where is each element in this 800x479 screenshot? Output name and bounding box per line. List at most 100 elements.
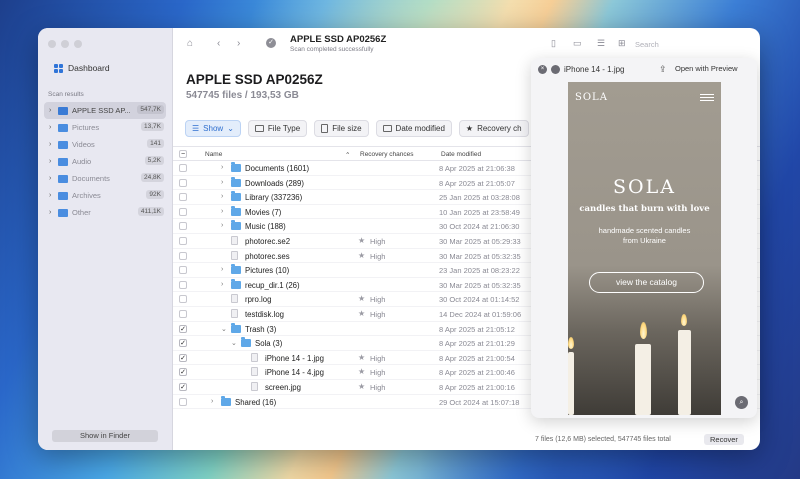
date-modified: 30 Oct 2024 at 21:06:30 <box>439 222 519 231</box>
chevron-right-icon[interactable]: › <box>49 124 55 131</box>
row-checkbox[interactable] <box>179 398 187 406</box>
sidebar-item-videos[interactable]: ›Videos141 <box>44 136 166 153</box>
document-icon[interactable]: ▯ <box>551 38 556 49</box>
recover-button[interactable]: Recover <box>704 434 744 445</box>
file-type-label: File Type <box>268 124 300 133</box>
folder-view-icon[interactable]: ▭ <box>573 38 582 49</box>
star-icon: ★ <box>358 294 365 303</box>
chevron-right-icon[interactable]: › <box>221 193 223 200</box>
chevron-right-icon[interactable]: › <box>49 175 55 182</box>
quick-look-preview: × iPhone 14 - 1.jpg ⇪ Open with Preview … <box>531 58 757 418</box>
toolbar: ⌂ ‹ › ✓ APPLE SSD AP0256Z Scan completed… <box>173 28 760 60</box>
row-checkbox[interactable] <box>179 252 187 260</box>
sidebar-item-dashboard[interactable]: Dashboard <box>54 63 110 73</box>
date-modified: 14 Dec 2024 at 01:59:06 <box>439 310 521 319</box>
row-checkbox[interactable]: ✓ <box>179 368 187 376</box>
chevron-right-icon[interactable]: › <box>221 266 223 273</box>
row-checkbox[interactable] <box>179 179 187 187</box>
date-column-header[interactable]: Date modified <box>441 151 481 158</box>
grid-view-icon[interactable]: ⊞ <box>618 38 626 49</box>
date-modified: 8 Apr 2025 at 21:05:12 <box>439 325 515 334</box>
row-checkbox[interactable]: ✓ <box>179 339 187 347</box>
star-icon: ★ <box>358 251 365 260</box>
sidebar-item-label: APPLE SSD AP... <box>72 106 131 115</box>
file-icon <box>251 353 258 362</box>
fullscreen-preview-button[interactable] <box>551 65 560 74</box>
row-checkbox[interactable] <box>179 295 187 303</box>
documents-icon <box>58 175 68 183</box>
row-checkbox[interactable] <box>179 310 187 318</box>
home-icon[interactable]: ⌂ <box>187 38 193 49</box>
recovery-chances-filter-button[interactable]: ★ Recovery ch <box>459 120 529 137</box>
window-subtitle: Scan completed successfully <box>290 46 373 53</box>
minimize-window-button[interactable] <box>61 40 69 48</box>
chevron-right-icon[interactable]: › <box>49 107 55 114</box>
chevron-right-icon[interactable]: › <box>49 192 55 199</box>
date-modified: 30 Mar 2025 at 05:29:33 <box>439 237 521 246</box>
file-name: Library (337236) <box>245 193 302 202</box>
sidebar-item-audio[interactable]: ›Audio5,2K <box>44 153 166 170</box>
row-checkbox[interactable] <box>179 208 187 216</box>
open-with-preview-button[interactable]: Open with Preview <box>675 64 738 73</box>
chevron-right-icon[interactable]: › <box>49 141 55 148</box>
sidebar-item-other[interactable]: ›Other411,1K <box>44 204 166 221</box>
sidebar-item-label: Videos <box>72 140 95 149</box>
row-checkbox[interactable] <box>179 193 187 201</box>
show-filter-button[interactable]: ☰ Show ⌄ <box>185 120 241 137</box>
preview-image-tagline: candles that burn with love <box>568 204 721 214</box>
file-size-filter-button[interactable]: File size <box>314 120 368 137</box>
close-window-button[interactable] <box>48 40 56 48</box>
star-icon: ★ <box>358 353 365 362</box>
file-name: Sola (3) <box>255 339 282 348</box>
zoom-window-button[interactable] <box>74 40 82 48</box>
chevron-down-icon[interactable]: ⌄ <box>221 325 227 333</box>
date-modified: 10 Jan 2025 at 23:58:49 <box>439 208 520 217</box>
chevron-right-icon[interactable]: › <box>221 179 223 186</box>
chevron-right-icon[interactable]: › <box>49 209 55 216</box>
row-checkbox[interactable] <box>179 222 187 230</box>
chevron-down-icon[interactable]: ⌄ <box>231 339 237 347</box>
list-view-icon[interactable]: ☰ <box>597 38 605 49</box>
date-modified-filter-button[interactable]: Date modified <box>376 120 452 137</box>
search-input[interactable]: Search <box>635 40 659 49</box>
window-title: APPLE SSD AP0256Z <box>290 34 386 45</box>
star-icon: ★ <box>358 309 365 318</box>
row-checkbox[interactable]: ✓ <box>179 325 187 333</box>
zoom-icon[interactable]: ⌕ <box>735 396 748 409</box>
file-name: Pictures (10) <box>245 266 289 275</box>
file-type-filter-button[interactable]: File Type <box>248 120 307 137</box>
chevron-right-icon[interactable]: › <box>211 398 213 405</box>
recovery-column-header[interactable]: Recovery chances <box>360 151 413 158</box>
scan-results-list: ›APPLE SSD AP...547,7K›Pictures13,7K›Vid… <box>44 102 166 221</box>
chevron-right-icon[interactable]: › <box>221 281 223 288</box>
chevron-right-icon[interactable]: › <box>221 222 223 229</box>
forward-arrow-icon[interactable]: › <box>237 38 240 49</box>
show-in-finder-button[interactable]: Show in Finder <box>52 430 158 442</box>
share-icon[interactable]: ⇪ <box>659 64 667 75</box>
row-checkbox[interactable] <box>179 164 187 172</box>
close-preview-button[interactable]: × <box>538 65 547 74</box>
date-modified: 29 Oct 2024 at 15:07:18 <box>439 398 519 407</box>
star-icon: ★ <box>358 367 365 376</box>
row-checkbox[interactable] <box>179 237 187 245</box>
row-checkbox[interactable] <box>179 281 187 289</box>
dashboard-label: Dashboard <box>68 63 110 73</box>
back-arrow-icon[interactable]: ‹ <box>217 38 220 49</box>
name-column-header[interactable]: Name <box>205 151 222 158</box>
window-controls <box>48 40 82 48</box>
row-checkbox[interactable]: ✓ <box>179 383 187 391</box>
select-all-checkbox[interactable]: − <box>179 150 187 158</box>
sidebar-item-drive[interactable]: ›APPLE SSD AP...547,7K <box>44 102 166 119</box>
date-modified: 25 Jan 2025 at 03:28:08 <box>439 193 520 202</box>
chevron-right-icon[interactable]: › <box>221 164 223 171</box>
file-icon <box>231 251 238 260</box>
row-checkbox[interactable] <box>179 266 187 274</box>
sidebar-item-documents[interactable]: ›Documents24,8K <box>44 170 166 187</box>
row-checkbox[interactable]: ✓ <box>179 354 187 362</box>
audio-icon <box>58 158 68 166</box>
file-icon <box>231 309 238 318</box>
sidebar-item-pictures[interactable]: ›Pictures13,7K <box>44 119 166 136</box>
chevron-right-icon[interactable]: › <box>221 208 223 215</box>
chevron-right-icon[interactable]: › <box>49 158 55 165</box>
sidebar-item-archives[interactable]: ›Archives92K <box>44 187 166 204</box>
